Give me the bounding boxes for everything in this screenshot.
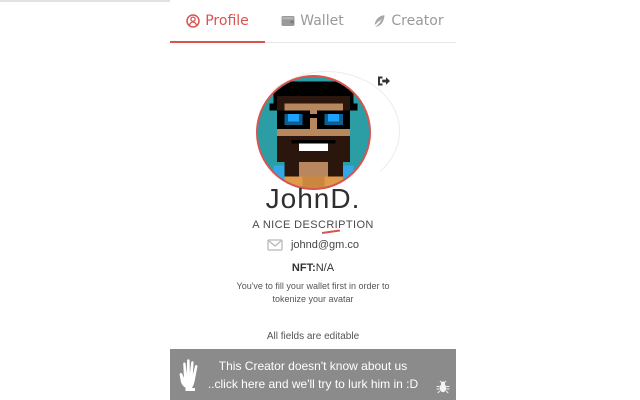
avatar[interactable] (253, 71, 400, 191)
banner-line-1: This Creator doesn't know about us (218, 359, 408, 373)
email-row[interactable]: johnd@gm.co (170, 239, 456, 251)
top-edge-line (0, 0, 175, 2)
tab-creator[interactable]: Creator (360, 0, 456, 42)
feather-icon (372, 14, 386, 28)
tab-wallet-label: Wallet (300, 13, 344, 29)
nft-label: NFT: (291, 262, 316, 274)
creator-banner-button[interactable]: This Creator doesn't know about us ..cli… (170, 349, 456, 400)
mail-icon (267, 239, 283, 251)
editable-fields-note: All fields are editable (266, 331, 360, 342)
nft-row: NFT:N/A (170, 262, 456, 274)
extension-frame: Profile Wallet Creator JohnD. A NICE DES… (0, 0, 640, 400)
nft-value: N/A (315, 262, 335, 274)
bug-icon[interactable] (436, 379, 450, 394)
wallet-message-line-2: tokenize your avatar (272, 294, 354, 304)
tab-bar: Profile Wallet Creator (170, 0, 456, 43)
tab-wallet[interactable]: Wallet (265, 0, 360, 42)
tab-profile-label: Profile (205, 12, 249, 29)
profile-name[interactable]: JohnD. (170, 183, 456, 215)
banner-line-2: ..click here and we'll try to lurk him i… (207, 377, 419, 391)
tab-profile[interactable]: Profile (170, 1, 265, 43)
wallet-message-line-1: You've to fill your wallet first in orde… (236, 281, 390, 291)
user-circle-icon (186, 13, 200, 28)
profile-description[interactable]: A NICE DESCRIPTION (170, 219, 456, 231)
avatar-frame (256, 75, 371, 190)
tab-creator-label: Creator (391, 13, 444, 29)
wallet-icon (281, 14, 295, 28)
email-value[interactable]: johnd@gm.co (291, 239, 359, 251)
wallet-required-message: You've to fill your wallet first in orde… (170, 280, 456, 306)
pixel-avatar-image (258, 77, 369, 188)
profile-panel: Profile Wallet Creator JohnD. A NICE DES… (170, 0, 456, 400)
logout-icon[interactable] (375, 73, 391, 89)
